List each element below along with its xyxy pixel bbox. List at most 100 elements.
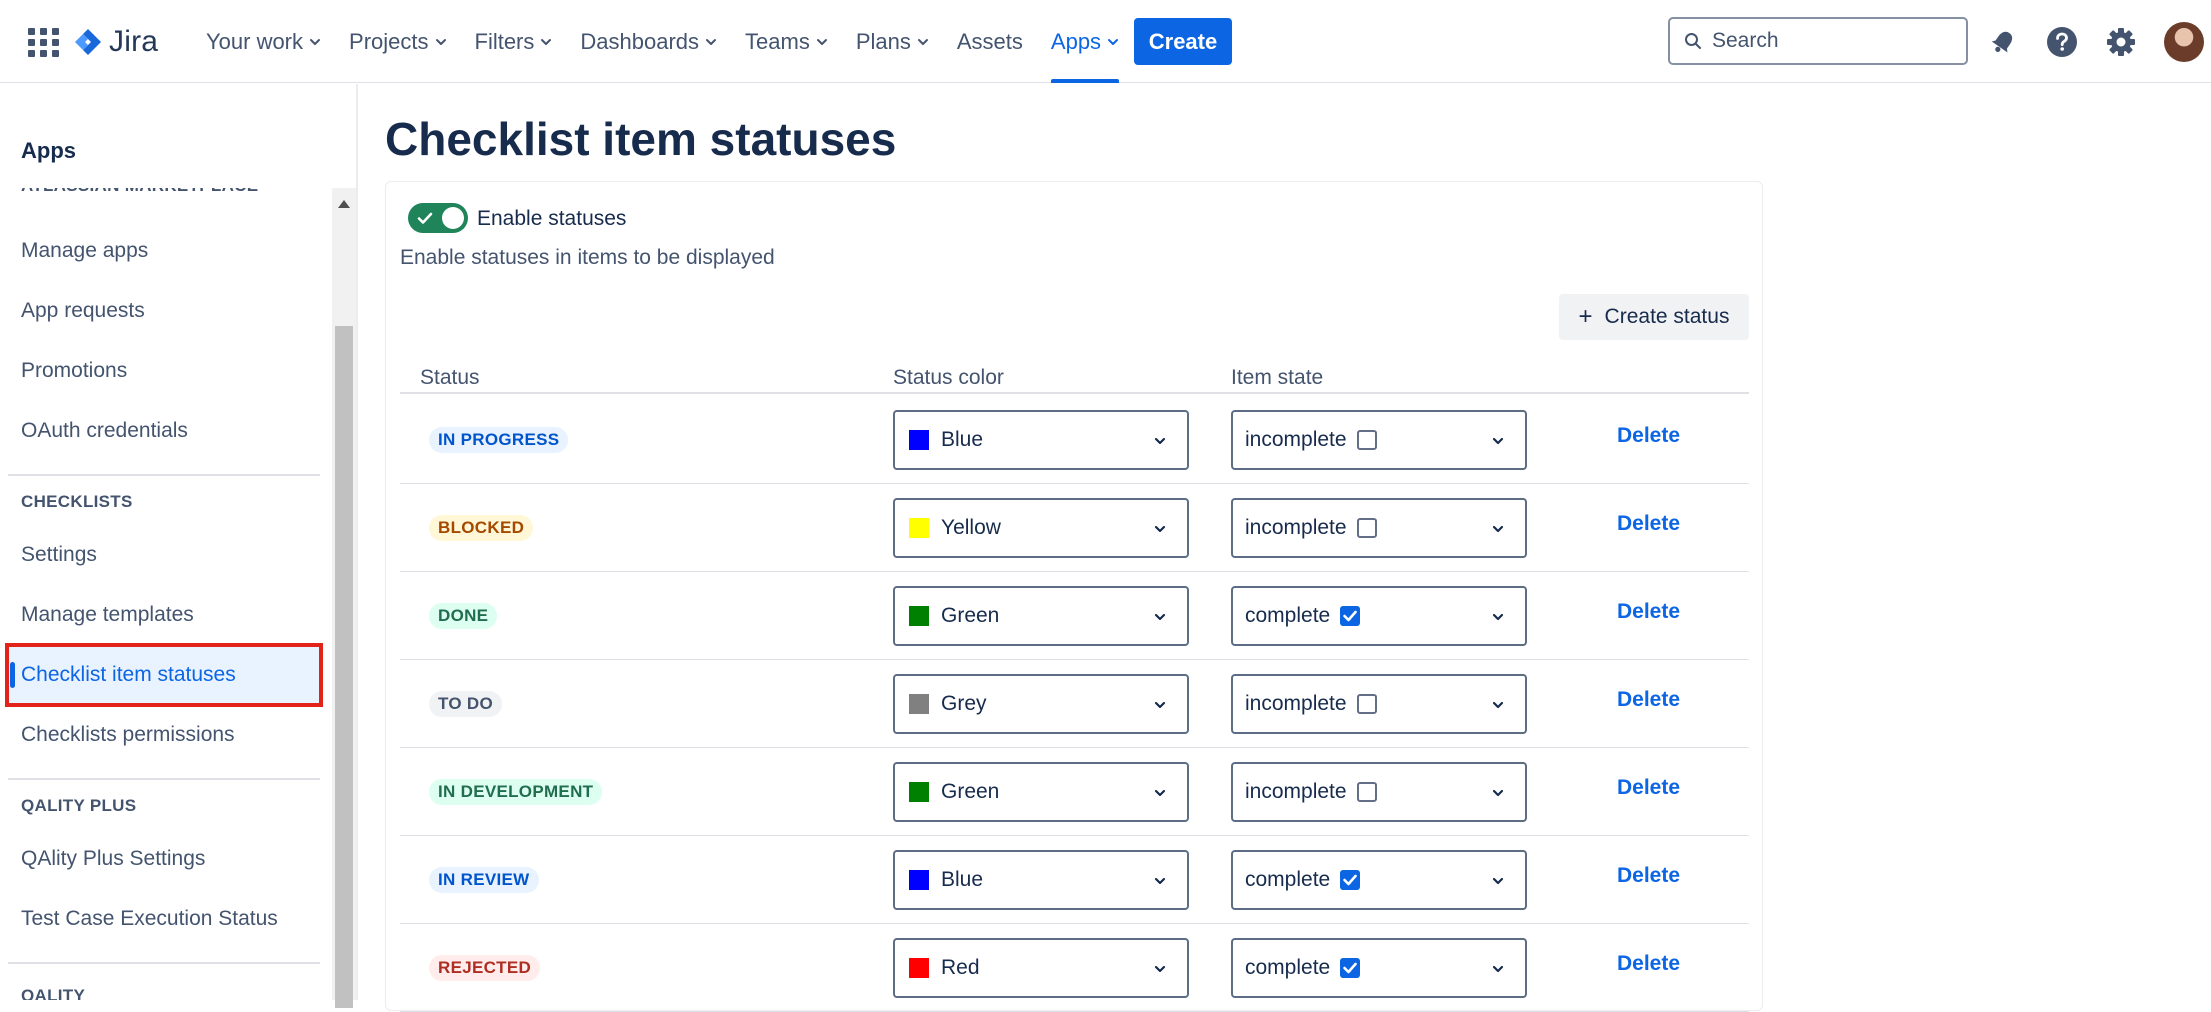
- create-button[interactable]: Create: [1134, 18, 1232, 65]
- delete-status-link[interactable]: Delete: [1617, 776, 1680, 800]
- delete-status-link[interactable]: Delete: [1617, 688, 1680, 712]
- app-switcher-icon[interactable]: [26, 26, 59, 58]
- sidebar: Apps ATLASSIAN MARKETPLACE Manage apps A…: [0, 84, 358, 1008]
- sidebar-divider: [8, 962, 320, 964]
- nav-item-plans[interactable]: Plans: [842, 0, 943, 83]
- item-state-value: incomplete: [1245, 780, 1347, 803]
- checkbox-unchecked-icon: [1356, 518, 1377, 538]
- sidebar-item-test-case-execution-status[interactable]: Test Case Execution Status: [8, 890, 320, 948]
- sidebar-scrollbar[interactable]: [332, 188, 356, 1008]
- color-swatch: [909, 694, 929, 714]
- search-input[interactable]: [1712, 29, 1942, 53]
- item-state-value: complete: [1245, 956, 1331, 979]
- checkbox-checked-icon: [1340, 606, 1361, 626]
- sidebar-scroll-area: ATLASSIAN MARKETPLACE Manage apps App re…: [0, 188, 334, 1000]
- item-state-select[interactable]: incomplete: [1231, 674, 1527, 734]
- jira-logo[interactable]: Jira: [73, 22, 158, 62]
- color-swatch: [909, 606, 929, 626]
- nav-item-dashboards[interactable]: Dashboards: [566, 0, 731, 83]
- color-swatch: [909, 958, 929, 978]
- column-header-item-state: Item state: [1231, 366, 1324, 389]
- chevron-down-icon: [1108, 38, 1119, 45]
- nav-item-apps[interactable]: Apps: [1037, 0, 1133, 83]
- item-state-select[interactable]: incomplete: [1231, 498, 1527, 558]
- create-status-button[interactable]: + Create status: [1559, 294, 1749, 340]
- chevron-down-icon: [1154, 613, 1166, 621]
- nav-item-assets[interactable]: Assets: [943, 0, 1037, 83]
- status-color-select[interactable]: Grey: [893, 674, 1189, 734]
- primary-nav: Your work Projects Filters Dashboards Teams P…: [192, 0, 1133, 83]
- status-color-value: Blue: [941, 428, 984, 451]
- scroll-up-arrow-icon[interactable]: [338, 200, 350, 208]
- chevron-down-icon: [1154, 789, 1166, 797]
- table-row: IN REVIEW Blue complete Delete: [400, 836, 1749, 924]
- color-swatch: [909, 782, 929, 802]
- section-heading-marketplace: ATLASSIAN MARKETPLACE: [21, 188, 258, 196]
- sidebar-item-manage-apps[interactable]: Manage apps: [8, 222, 320, 280]
- sidebar-item-checklist-item-statuses[interactable]: Checklist item statuses: [5, 643, 323, 707]
- notifications-icon[interactable]: [1983, 22, 2023, 62]
- table-row: IN DEVELOPMENT Green incomplete Delete: [400, 748, 1749, 836]
- scrollbar-thumb[interactable]: [335, 326, 353, 1008]
- delete-status-link[interactable]: Delete: [1617, 864, 1680, 888]
- nav-item-label: Your work: [206, 28, 304, 54]
- chevron-down-icon: [1492, 525, 1504, 533]
- status-color-value: Red: [941, 956, 980, 979]
- delete-status-link[interactable]: Delete: [1617, 512, 1680, 536]
- delete-status-link[interactable]: Delete: [1617, 424, 1680, 448]
- help-icon[interactable]: [2042, 22, 2082, 62]
- item-state-value: incomplete: [1245, 516, 1347, 539]
- sidebar-item-app-requests[interactable]: App requests: [8, 282, 320, 340]
- sidebar-item-checklists-permissions[interactable]: Checklists permissions: [8, 706, 320, 764]
- create-status-label: Create status: [1604, 305, 1730, 328]
- sidebar-item-qality-plus-settings[interactable]: QAlity Plus Settings: [8, 830, 320, 888]
- nav-item-label: Dashboards: [580, 28, 700, 54]
- sidebar-item-oauth-credentials[interactable]: OAuth credentials: [8, 402, 320, 460]
- status-color-select[interactable]: Yellow: [893, 498, 1189, 558]
- status-color-select[interactable]: Red: [893, 938, 1189, 998]
- sidebar-divider: [8, 474, 320, 476]
- status-color-select[interactable]: Blue: [893, 850, 1189, 910]
- delete-status-link[interactable]: Delete: [1617, 600, 1680, 624]
- status-lozenge: IN REVIEW: [429, 867, 539, 893]
- item-state-select[interactable]: complete: [1231, 850, 1527, 910]
- chevron-down-icon: [1492, 965, 1504, 973]
- item-state-select[interactable]: complete: [1231, 938, 1527, 998]
- status-lozenge: TO DO: [429, 691, 503, 717]
- search-field[interactable]: [1668, 17, 1968, 65]
- chevron-down-icon: [1154, 525, 1166, 533]
- sidebar-item-settings[interactable]: Settings: [8, 526, 320, 584]
- nav-item-your-work[interactable]: Your work: [192, 0, 335, 83]
- nav-item-filters[interactable]: Filters: [461, 0, 567, 83]
- chevron-down-icon: [816, 38, 827, 45]
- top-navigation: Jira Your work Projects Filters Dashboards T…: [0, 0, 2211, 83]
- chevron-down-icon: [1154, 965, 1166, 973]
- toggle-help-text: Enable statuses in items to be displayed: [400, 246, 775, 269]
- nav-item-projects[interactable]: Projects: [335, 0, 460, 83]
- checkbox-unchecked-icon: [1356, 782, 1377, 802]
- jira-logo-text: Jira: [109, 25, 159, 58]
- table-row: REJECTED Red complete Delete: [400, 924, 1749, 1012]
- sidebar-item-manage-templates[interactable]: Manage templates: [8, 586, 320, 644]
- status-color-select[interactable]: Green: [893, 762, 1189, 822]
- table-header: Status Status color Item state: [400, 364, 1749, 394]
- user-avatar[interactable]: [2164, 22, 2204, 62]
- settings-gear-icon[interactable]: [2101, 22, 2141, 62]
- sidebar-item-promotions[interactable]: Promotions: [8, 342, 320, 400]
- status-color-value: Green: [941, 780, 1000, 803]
- toggle-check-icon: [417, 212, 433, 224]
- nav-item-teams[interactable]: Teams: [731, 0, 842, 83]
- column-header-status: Status: [420, 366, 480, 389]
- enable-statuses-toggle[interactable]: [408, 203, 468, 233]
- item-state-select[interactable]: complete: [1231, 586, 1527, 646]
- status-color-select[interactable]: Green: [893, 586, 1189, 646]
- status-color-select[interactable]: Blue: [893, 410, 1189, 470]
- chevron-down-icon: [1492, 701, 1504, 709]
- item-state-select[interactable]: incomplete: [1231, 410, 1527, 470]
- status-lozenge: DONE: [429, 603, 498, 629]
- item-state-select[interactable]: incomplete: [1231, 762, 1527, 822]
- nav-item-label: Filters: [474, 28, 535, 54]
- section-heading-qality-plus: QALITY PLUS: [21, 796, 137, 815]
- nav-item-label: Teams: [745, 28, 810, 54]
- delete-status-link[interactable]: Delete: [1617, 952, 1680, 976]
